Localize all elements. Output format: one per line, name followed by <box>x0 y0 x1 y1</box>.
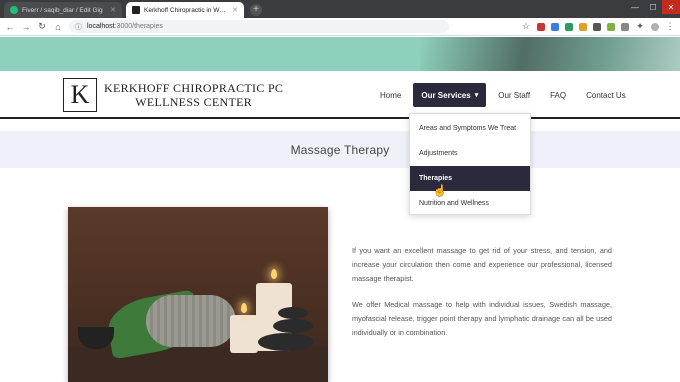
candle-flame <box>241 303 247 313</box>
candle-flame <box>271 269 277 279</box>
massage-photo <box>68 207 328 382</box>
address-host: localhost <box>87 23 115 30</box>
nav-contact-us[interactable]: Contact Us <box>576 91 636 100</box>
stone-bowl <box>78 327 114 349</box>
dropdown-item-areas-symptoms[interactable]: Areas and Symptoms We Treat <box>410 116 530 141</box>
brush-decoration <box>420 37 680 71</box>
back-arrow-icon[interactable]: ← <box>5 22 15 32</box>
extension-icon[interactable] <box>565 22 573 31</box>
new-tab-button[interactable]: + <box>250 4 262 16</box>
close-tab-icon[interactable]: ✕ <box>110 6 116 14</box>
main-nav: Home Our Services ▾ Our Staff FAQ Contac… <box>370 83 636 107</box>
rolled-towel <box>146 295 236 347</box>
extension-icon[interactable] <box>593 22 601 31</box>
browser-tab-kerkhoff[interactable]: Kerkhoff Chiropractic in Wauke ✕ <box>126 2 244 18</box>
site-name[interactable]: KERKHOFF CHIROPRACTIC PC WELLNESS CENTER <box>104 81 283 109</box>
nav-home[interactable]: Home <box>370 91 411 100</box>
paragraph: If you want an excellent massage to get … <box>352 246 612 283</box>
extension-icon[interactable] <box>551 22 559 31</box>
extensions-area: ☆ ✦ ⋮ <box>521 21 675 32</box>
page-content: If you want an excellent massage to get … <box>352 244 612 352</box>
star-icon[interactable]: ☆ <box>521 21 531 32</box>
browser-tab-fiverr[interactable]: Fiverr / saqib_diar / Edit Gig ✕ <box>4 2 122 18</box>
wood-surface <box>68 347 328 382</box>
dropdown-item-nutrition-wellness[interactable]: Nutrition and Wellness <box>410 191 530 216</box>
kerkhoff-favicon-icon <box>132 6 140 14</box>
profile-avatar[interactable] <box>651 22 659 31</box>
site-header: K KERKHOFF CHIROPRACTIC PC WELLNESS CENT… <box>0 71 680 119</box>
top-banner <box>0 37 680 71</box>
extension-icon[interactable] <box>537 22 545 31</box>
home-icon[interactable]: ⌂ <box>53 22 63 32</box>
site-name-line1: KERKHOFF CHIROPRACTIC PC <box>104 81 284 95</box>
maximize-icon[interactable]: ☐ <box>644 0 662 14</box>
tab-title: Kerkhoff Chiropractic in Wauke <box>144 6 229 14</box>
browser-tab-bar: Fiverr / saqib_diar / Edit Gig ✕ Kerkhof… <box>0 0 680 18</box>
forward-arrow-icon[interactable]: → <box>21 22 31 32</box>
window-controls: — ☐ ✕ <box>626 0 680 14</box>
extension-icon[interactable] <box>579 22 587 31</box>
massage-stone <box>278 307 308 319</box>
services-dropdown: Areas and Symptoms We Treat Adjustments … <box>409 113 531 215</box>
browser-toolbar: ← → ↻ ⌂ ⓘ localhost:3000/therapies ☆ ✦ ⋮ <box>0 18 680 36</box>
menu-dots-icon[interactable]: ⋮ <box>665 21 675 32</box>
extension-icon[interactable] <box>607 22 615 31</box>
tab-title: Fiverr / saqib_diar / Edit Gig <box>22 6 103 14</box>
address-path: :3000/therapies <box>114 23 163 30</box>
dropdown-item-adjustments[interactable]: Adjustments <box>410 141 530 166</box>
chevron-down-icon: ▾ <box>474 92 479 99</box>
massage-stone <box>258 333 314 351</box>
minimize-icon[interactable]: — <box>626 0 644 14</box>
page-title: Massage Therapy <box>290 142 390 157</box>
puzzle-icon[interactable]: ✦ <box>635 21 645 32</box>
fiverr-favicon-icon <box>10 6 18 14</box>
page-title-bar: Massage Therapy <box>0 131 680 168</box>
nav-our-services[interactable]: Our Services ▾ <box>413 83 487 107</box>
candle <box>230 315 258 353</box>
close-tab-icon[interactable]: ✕ <box>232 6 238 14</box>
site-name-line2: WELLNESS CENTER <box>135 95 253 109</box>
info-icon[interactable]: ⓘ <box>75 22 82 32</box>
nav-our-staff[interactable]: Our Staff <box>488 91 540 100</box>
massage-stone <box>273 319 313 333</box>
reload-icon[interactable]: ↻ <box>37 21 47 32</box>
paragraph: We offer Medical massage to help with in… <box>352 300 612 337</box>
dropdown-item-therapies[interactable]: Therapies <box>410 166 530 191</box>
close-window-icon[interactable]: ✕ <box>662 0 680 14</box>
logo[interactable]: K <box>63 78 97 112</box>
extension-icon[interactable] <box>621 22 629 31</box>
address-bar[interactable]: ⓘ localhost:3000/therapies <box>69 20 449 33</box>
nav-faq[interactable]: FAQ <box>540 91 576 100</box>
nav-our-services-label: Our Services <box>421 90 471 100</box>
mouse-cursor-icon: ☝ <box>433 185 447 197</box>
